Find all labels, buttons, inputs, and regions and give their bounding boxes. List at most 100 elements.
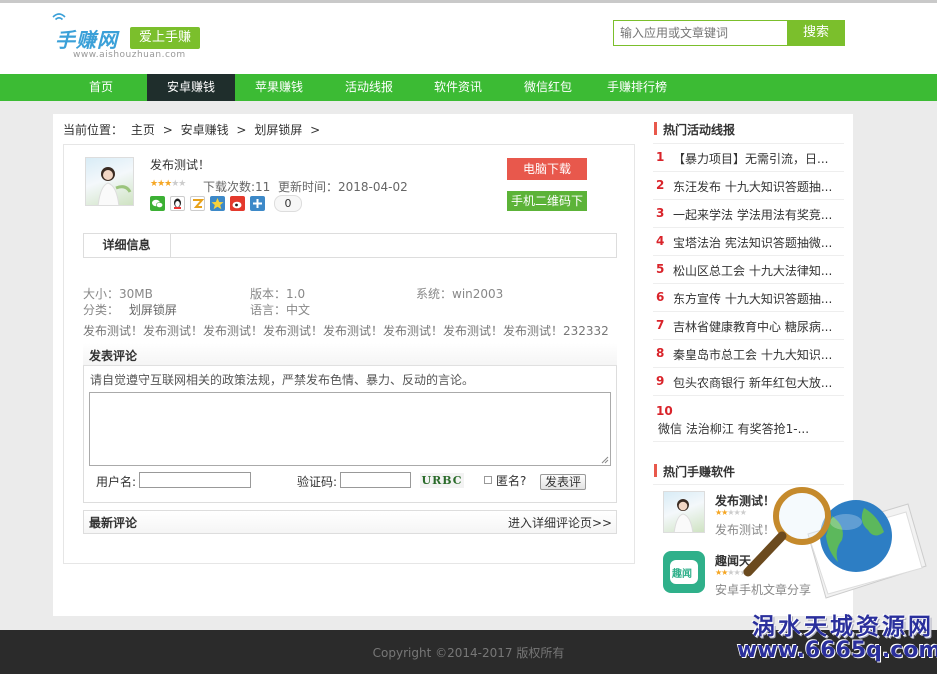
rank-title[interactable]: 【暴力项目】无需引流，日... (673, 150, 843, 167)
soft-icon-text: 趣闻 (672, 569, 692, 580)
username-input[interactable] (139, 472, 251, 488)
nav-item-wechat-redpacket[interactable]: 微信红包 (512, 74, 584, 101)
app-version: 版本：1.0 (250, 287, 306, 301)
rank-item[interactable]: 8 秦皇岛市总工会 十九大知识... (653, 340, 844, 368)
app-language: 语言：中文 (250, 303, 311, 317)
logo-url: www.aishouzhuan.com (73, 50, 186, 60)
divider (653, 484, 844, 485)
app-title: 发布测试！ (150, 158, 211, 172)
rank-title[interactable]: 松山区总工会 十九大法律知... (673, 262, 843, 279)
hot-news-title: 热门活动线报 (663, 123, 736, 137)
rank-number: 8 (656, 346, 665, 360)
search-input[interactable] (613, 20, 787, 46)
qzone-icon[interactable] (190, 196, 205, 211)
app-category: 分类： 划屏锁屏 (83, 301, 177, 318)
breadcrumb-separator: > (162, 123, 173, 137)
weibo-icon[interactable] (230, 196, 245, 211)
nav-item-android[interactable]: 安卓赚钱 (147, 74, 235, 101)
logo-slogan-badge: 爱上手赚 (130, 27, 200, 49)
breadcrumb-category[interactable]: 安卓赚钱 (181, 123, 229, 137)
category-label: 分类： (83, 303, 120, 317)
update-time: 更新时间：2018-04-02 (278, 180, 408, 194)
tab-details[interactable]: 详细信息 (83, 233, 171, 258)
rank-item[interactable]: 4 宝塔法治 宪法知识答题抽微... (653, 228, 844, 256)
comment-policy-note: 请自觉遵守互联网相关的政策法规，严禁发布色情、暴力、反动的言论。 (90, 373, 475, 387)
rank-item[interactable]: 2 东汪发布 十九大知识答题抽... (653, 172, 844, 200)
wechat-icon[interactable] (150, 196, 165, 211)
nav-item-activities[interactable]: 活动线报 (333, 74, 405, 101)
anonymous-label: 匿名? (496, 474, 527, 488)
pc-download-button[interactable]: 电脑下载 (507, 158, 587, 180)
rank-number: 7 (656, 318, 665, 332)
nav-item-home[interactable]: 首页 (65, 74, 137, 101)
site-logo[interactable]: 手赚网 (55, 24, 118, 53)
section-marker (654, 122, 657, 135)
rank-number: 6 (656, 290, 665, 304)
rank-item[interactable]: 1 【暴力项目】无需引流，日... (653, 144, 844, 172)
magnifier-globe-watermark-icon (743, 487, 927, 599)
rank-title[interactable]: 东方宣传 十九大知识答题抽... (673, 290, 843, 307)
hot-soft-title: 热门手赚软件 (663, 465, 736, 479)
breadcrumb: 当前位置： 主页 > 安卓赚钱 > 划屏锁屏 > (63, 121, 324, 138)
app-size: 大小：30MB (83, 287, 153, 301)
category-link[interactable]: 划屏锁屏 (129, 303, 177, 317)
soft-thumbnail[interactable] (663, 491, 705, 533)
username-label: 用户名: (96, 475, 137, 489)
section-marker (654, 464, 657, 477)
rank-title[interactable]: 微信 法治柳江 有奖答抢1-... (658, 420, 843, 437)
rank-item[interactable]: 10 微信 法治柳江 有奖答抢1-... (653, 396, 844, 442)
rank-number: 5 (656, 262, 665, 276)
rank-number: 4 (656, 234, 665, 248)
app-thumbnail (85, 157, 134, 206)
wifi-icon (52, 13, 66, 21)
rank-number: 9 (656, 374, 665, 388)
comments-page-link[interactable]: 进入详细评论页>> (508, 514, 612, 531)
submit-comment-button[interactable]: 发表评 (540, 474, 586, 490)
star-share-icon[interactable] (210, 196, 225, 211)
breadcrumb-separator: > (310, 123, 321, 137)
rank-title[interactable]: 包头农商银行 新年红包大放... (673, 374, 843, 391)
search-button[interactable]: 搜索 (787, 20, 845, 46)
comment-textarea[interactable] (89, 392, 611, 466)
rank-number: 3 (656, 206, 665, 220)
rank-item[interactable]: 6 东方宣传 十九大知识答题抽... (653, 284, 844, 312)
soft-thumbnail[interactable]: 趣闻 (663, 551, 705, 593)
comment-form-title: 发表评论 (89, 349, 138, 363)
app-rating: ★★★★★ (150, 179, 186, 189)
plus-share-icon[interactable] (250, 196, 265, 211)
resize-grip-icon[interactable] (600, 455, 609, 464)
rank-title[interactable]: 一起来学法 学法用法有奖竞... (673, 206, 843, 223)
nav-item-ranking[interactable]: 手赚排行榜 (600, 74, 674, 101)
nav-item-news[interactable]: 软件资讯 (422, 74, 494, 101)
breadcrumb-subcategory[interactable]: 划屏锁屏 (254, 123, 302, 137)
rank-number: 10 (656, 404, 673, 418)
watermark-url: www.6665q.com (737, 638, 937, 663)
qq-icon[interactable] (170, 196, 185, 211)
anonymous-checkbox[interactable] (484, 476, 492, 484)
rank-title[interactable]: 宝塔法治 宪法知识答题抽微... (673, 234, 843, 251)
captcha-input[interactable] (340, 472, 411, 488)
rank-title[interactable]: 吉林省健康教育中心 糖尿病... (673, 318, 843, 335)
watermark-title: 涡水天城资源网 (752, 613, 934, 640)
breadcrumb-separator: > (236, 123, 247, 137)
rank-number: 2 (656, 178, 665, 192)
captcha-label: 验证码: (297, 475, 338, 489)
nav-item-ios[interactable]: 苹果赚钱 (243, 74, 315, 101)
rank-item[interactable]: 7 吉林省健康教育中心 糖尿病... (653, 312, 844, 340)
share-count: 0 (274, 195, 302, 212)
comment-form-header (83, 343, 617, 366)
rank-item[interactable]: 5 松山区总工会 十九大法律知... (653, 256, 844, 284)
breadcrumb-prefix: 当前位置： (63, 123, 124, 137)
mobile-qrcode-button[interactable]: 手机二维码下 (507, 191, 587, 211)
rank-item[interactable]: 9 包头农商银行 新年红包大放... (653, 368, 844, 396)
download-count: 下载次数:11 (203, 180, 271, 194)
app-description: 发布测试！发布测试！发布测试！发布测试！发布测试！发布测试！发布测试！发布测试！… (83, 324, 609, 338)
rank-title[interactable]: 秦皇岛市总工会 十九大知识... (673, 346, 843, 363)
latest-comments-title: 最新评论 (89, 516, 138, 530)
breadcrumb-home[interactable]: 主页 (131, 123, 155, 137)
captcha-image[interactable]: URBC (420, 473, 464, 488)
rank-title[interactable]: 东汪发布 十九大知识答题抽... (673, 178, 843, 195)
app-system: 系统：win2003 (416, 287, 504, 301)
rank-item[interactable]: 3 一起来学法 学法用法有奖竞... (653, 200, 844, 228)
main-nav: 首页 安卓赚钱 苹果赚钱 活动线报 软件资讯 微信红包 手赚排行榜 (0, 74, 937, 101)
